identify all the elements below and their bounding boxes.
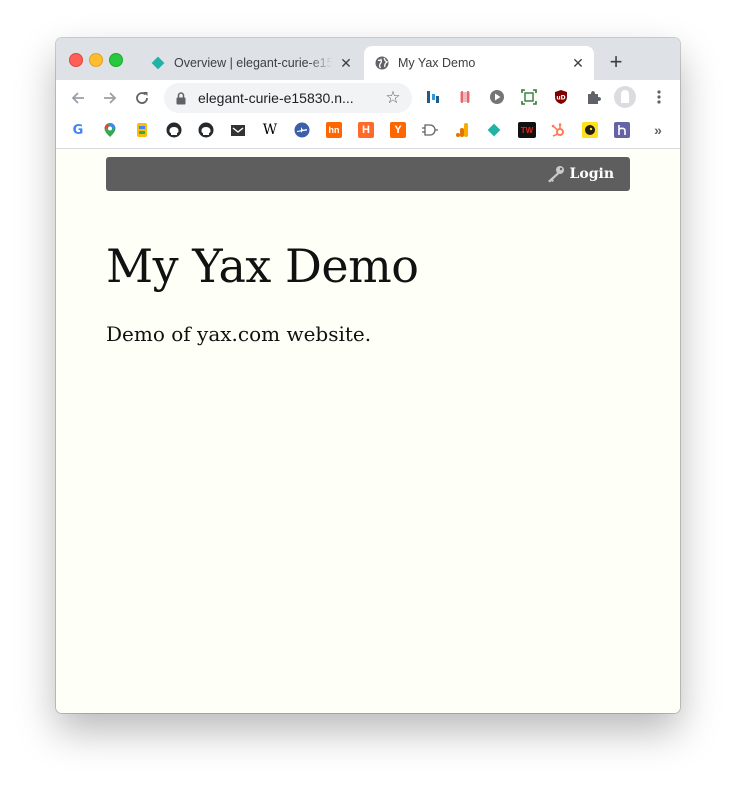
hashnode-letter: H <box>362 124 370 136</box>
back-arrow-icon[interactable] <box>66 86 90 110</box>
address-bar[interactable]: elegant-curie-e15830.n... ☆ <box>164 83 412 113</box>
close-tab-icon[interactable]: ✕ <box>338 55 354 71</box>
hashnode-icon[interactable]: H <box>358 122 374 138</box>
wikipedia-icon[interactable]: W <box>262 122 278 138</box>
tw-icon[interactable]: TW <box>518 122 536 138</box>
tab-title: My Yax Demo <box>398 56 476 70</box>
reload-icon[interactable] <box>130 86 154 110</box>
svg-text:uD: uD <box>556 95 565 102</box>
ublock-icon[interactable]: uD <box>552 88 570 106</box>
paint-extension-icon[interactable] <box>456 88 474 106</box>
page-description: Demo of yax.com website. <box>106 322 372 346</box>
mailchimp-icon[interactable] <box>582 122 598 138</box>
hacker-news-icon[interactable]: hn <box>326 122 342 138</box>
globe-icon <box>374 55 390 71</box>
site-navbar: Login <box>106 157 630 191</box>
window-maximize-button[interactable] <box>109 53 123 67</box>
github-icon[interactable] <box>166 122 182 138</box>
y-letter: Y <box>394 124 402 136</box>
tab-overview[interactable]: Overview | elegant-curie-e15830 ✕ <box>140 46 362 80</box>
play-extension-icon[interactable] <box>488 88 506 106</box>
bookmarks-overflow-icon[interactable]: » <box>650 122 666 138</box>
netlify-icon[interactable] <box>486 122 502 138</box>
login-label: Login <box>569 166 614 182</box>
tab-strip: Overview | elegant-curie-e15830 ✕ My Yax… <box>56 38 680 80</box>
heroku-icon[interactable] <box>614 122 630 138</box>
browser-window: Overview | elegant-curie-e15830 ✕ My Yax… <box>56 38 680 713</box>
forward-arrow-icon[interactable] <box>98 86 122 110</box>
screenshot-extension-icon[interactable] <box>520 88 538 106</box>
window-minimize-button[interactable] <box>89 53 103 67</box>
close-tab-icon[interactable]: ✕ <box>570 55 586 71</box>
tw-label: TW <box>520 125 534 135</box>
google-tools-icon[interactable] <box>134 122 150 138</box>
netlify-diamond-icon <box>150 55 166 71</box>
y-combinator-icon[interactable]: Y <box>390 122 406 138</box>
flight-icon[interactable] <box>294 122 310 138</box>
github-icon[interactable] <box>198 122 214 138</box>
google-bookmark-icon[interactable]: G <box>70 122 86 138</box>
hn-label: hn <box>328 125 340 135</box>
more-menu-icon[interactable] <box>650 88 668 106</box>
overflow-chevron: » <box>654 122 662 138</box>
page-content: Login My Yax Demo Demo of yax.com websit… <box>56 149 680 713</box>
metrics-extension-icon[interactable] <box>424 88 442 106</box>
puzzle-icon[interactable] <box>584 88 602 106</box>
login-link[interactable]: Login <box>546 165 614 183</box>
bookmarks-bar: G W hn H Y TW » <box>56 116 680 149</box>
key-icon <box>546 165 566 183</box>
lock-icon <box>176 91 188 105</box>
analytics-icon[interactable] <box>454 122 470 138</box>
inbox-icon[interactable] <box>230 122 246 138</box>
google-maps-icon[interactable] <box>102 122 118 138</box>
window-close-button[interactable] <box>69 53 83 67</box>
browser-toolbar: elegant-curie-e15830.n... ☆ uD <box>56 80 680 116</box>
google-letter: G <box>72 122 84 138</box>
bookmark-star-icon[interactable]: ☆ <box>384 88 402 108</box>
tab-title: Overview | elegant-curie-e15830 <box>174 56 332 70</box>
tab-my-yax-demo[interactable]: My Yax Demo ✕ <box>364 46 594 80</box>
hubspot-icon[interactable] <box>550 122 566 138</box>
wikipedia-letter: W <box>262 122 278 138</box>
new-tab-button[interactable]: + <box>604 51 628 75</box>
logic-gate-icon[interactable] <box>422 122 438 138</box>
page-title: My Yax Demo <box>106 239 419 293</box>
profile-avatar[interactable] <box>614 86 636 108</box>
url-text: elegant-curie-e15830.n... <box>198 90 354 106</box>
